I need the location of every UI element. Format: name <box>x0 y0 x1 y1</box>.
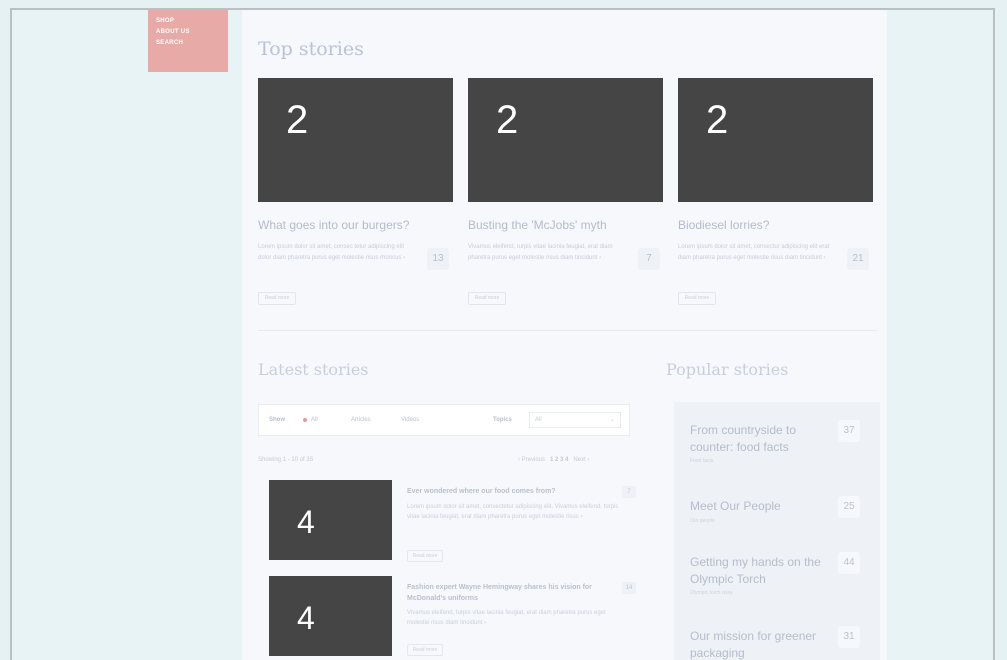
filter-option-all[interactable]: All <box>311 417 318 423</box>
topics-select[interactable]: All ⌄ <box>529 412 621 428</box>
read-more-button[interactable]: Read more <box>678 292 716 305</box>
top-story-title[interactable]: What goes into our burgers? <box>258 218 453 232</box>
top-story-image[interactable]: 2 <box>258 78 453 202</box>
section-divider <box>258 330 877 331</box>
pager-pages[interactable]: 1 2 3 4 <box>550 457 568 463</box>
latest-story-title[interactable]: Ever wondered where our food comes from? <box>407 486 617 497</box>
popular-stories-heading: Popular stories <box>666 360 789 379</box>
nav-item-about-us[interactable]: ABOUT US <box>156 27 220 38</box>
results-count: Showing 1 - 10 of 35 <box>258 457 314 463</box>
latest-story-image[interactable]: 4 <box>269 480 392 560</box>
popular-stories-panel: From countryside to counter: food facts … <box>674 402 880 660</box>
read-more-button[interactable]: Read more <box>407 644 443 656</box>
comment-count-badge[interactable]: 13 <box>427 248 449 270</box>
side-navigation: SHOP ABOUT US SEARCH <box>148 10 228 72</box>
top-story-excerpt: Vivamus eleifend, turpis vitae lacinia f… <box>468 244 613 261</box>
radio-selected-icon <box>303 418 307 422</box>
popular-story-title[interactable]: Our mission for greener packaging <box>690 628 830 660</box>
topics-filter-label: Topics <box>493 417 512 423</box>
comment-count-badge[interactable]: 7 <box>638 248 660 270</box>
top-story-image[interactable]: 2 <box>468 78 663 202</box>
latest-story-excerpt: Lorem ipsum dolor sit amet, consectetur … <box>407 504 619 520</box>
chevron-down-icon: ⌄ <box>609 417 615 423</box>
main-content: Top stories 2 What goes into our burgers… <box>242 10 887 660</box>
top-stories-heading: Top stories <box>258 38 364 60</box>
pager-prev-link[interactable]: ‹ Previous <box>518 457 545 463</box>
top-story-title[interactable]: Busting the 'McJobs' myth <box>468 218 663 232</box>
comment-count-badge[interactable]: 14 <box>622 582 636 594</box>
filter-option-videos[interactable]: Videos <box>401 417 419 423</box>
popular-story-tag[interactable]: Food facts <box>690 458 713 464</box>
top-story-excerpt: Lorem ipsum dolor sit amet, consec tetur… <box>258 244 406 261</box>
nav-item-search[interactable]: SEARCH <box>156 38 220 49</box>
latest-story-title[interactable]: Fashion expert Wayne Hemingway shares hi… <box>407 582 617 604</box>
latest-story-image[interactable]: 4 <box>269 576 392 656</box>
story-filter-bar: Show All Articles Videos Topics All ⌄ <box>258 404 630 436</box>
popular-story-title[interactable]: From countryside to counter: food facts <box>690 422 830 456</box>
top-story-title[interactable]: Biodiesel lorries? <box>678 218 873 232</box>
top-story-excerpt: Lorem ipsum dolor sit amet, consectur ad… <box>678 244 830 261</box>
show-filter-label: Show <box>269 417 285 423</box>
top-story-image[interactable]: 2 <box>678 78 873 202</box>
nav-item-shop[interactable]: SHOP <box>156 16 220 27</box>
read-more-button[interactable]: Read more <box>468 292 506 305</box>
comment-count-badge[interactable]: 44 <box>838 552 860 574</box>
topics-select-value: All <box>535 417 542 423</box>
comment-count-badge[interactable]: 25 <box>838 496 860 518</box>
comment-count-badge[interactable]: 7 <box>622 486 636 498</box>
filter-option-articles[interactable]: Articles <box>351 417 371 423</box>
latest-story-excerpt: Vivamus eleifend, turpis vitae lacinia f… <box>407 610 606 626</box>
popular-story-title[interactable]: Getting my hands on the Olympic Torch <box>690 554 830 588</box>
comment-count-badge[interactable]: 37 <box>838 420 860 442</box>
comment-count-badge[interactable]: 21 <box>847 248 869 270</box>
latest-stories-heading: Latest stories <box>258 360 369 379</box>
pager-next-link[interactable]: Next › <box>573 457 589 463</box>
read-more-button[interactable]: Read more <box>407 550 443 562</box>
popular-story-tag[interactable]: Our people <box>690 518 715 524</box>
browser-viewport: SHOP ABOUT US SEARCH Top stories 2 What … <box>10 8 995 660</box>
popular-story-tag[interactable]: Olympic torch relay <box>690 590 733 596</box>
comment-count-badge[interactable]: 31 <box>838 626 860 648</box>
popular-story-title[interactable]: Meet Our People <box>690 498 830 515</box>
pagination: ‹ Previous 1 2 3 4 Next › <box>518 457 589 463</box>
read-more-button[interactable]: Read more <box>258 292 296 305</box>
